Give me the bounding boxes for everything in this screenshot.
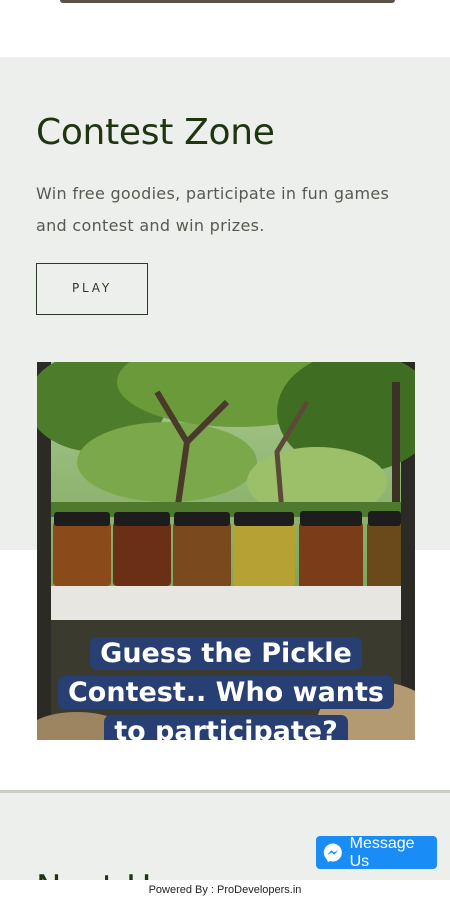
play-button[interactable]: PLAY <box>36 263 148 315</box>
contest-zone-description: Win free goodies, participate in fun gam… <box>36 184 390 235</box>
messenger-label: Message Us <box>349 834 415 870</box>
caption-line: Guess the Pickle <box>90 637 362 670</box>
messenger-button[interactable]: Message Us <box>316 834 437 870</box>
video-caption: Guess the Pickle Contest.. Who wants to … <box>37 634 415 740</box>
caption-line: Contest.. Who wants <box>57 676 394 709</box>
top-strip <box>0 0 450 58</box>
messenger-icon <box>323 843 342 862</box>
powered-by-footer[interactable]: Powered By : ProDevelopers.in <box>0 880 450 900</box>
caption-line: to participate? <box>104 715 348 740</box>
pickle-contest-video[interactable]: Guess the Pickle Contest.. Who wants to … <box>37 362 415 740</box>
contest-zone-title: Contest Zone <box>36 112 275 153</box>
pickle-jars <box>53 511 401 590</box>
previous-image-edge <box>60 0 395 3</box>
